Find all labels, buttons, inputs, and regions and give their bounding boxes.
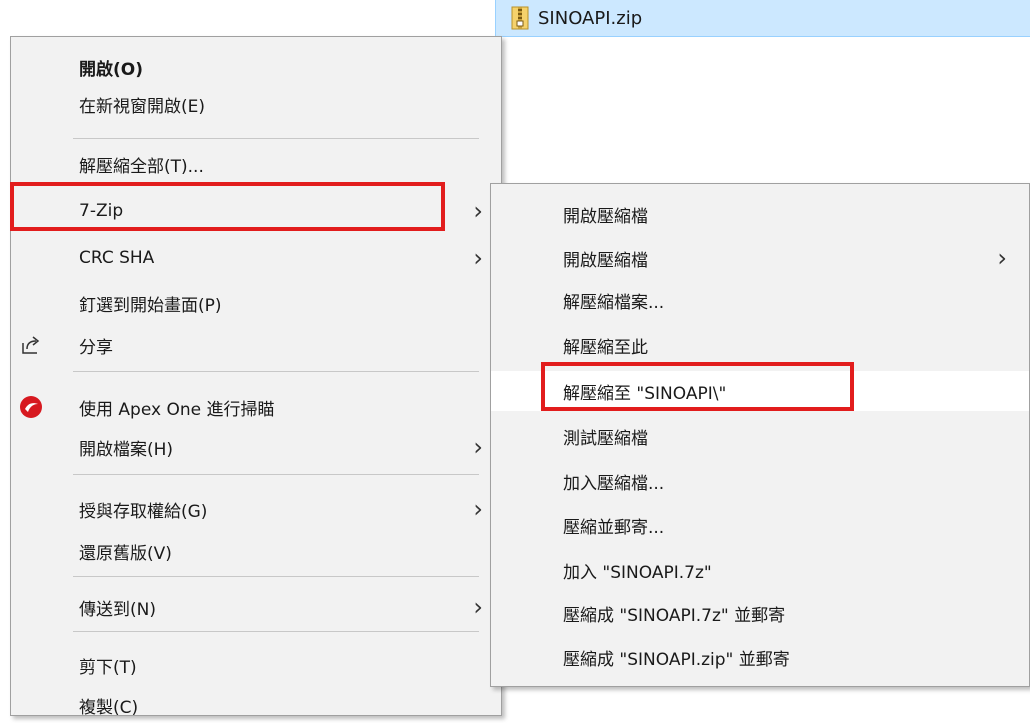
file-name: SINOAPI.zip <box>538 7 643 29</box>
chevron-right-icon: › <box>473 197 483 225</box>
menu-separator <box>73 371 479 372</box>
share-icon <box>19 333 43 357</box>
file-item-sinoapi-zip[interactable]: SINOAPI.zip <box>495 0 1030 37</box>
menu-item-open[interactable]: 開啟(O) <box>11 49 501 85</box>
submenu-item-label: 解壓縮檔案... <box>563 292 665 313</box>
submenu-item-add-to-7z[interactable]: 加入 "SINOAPI.7z" <box>491 552 1029 588</box>
menu-item-label: 剪下(T) <box>79 657 137 678</box>
menu-item-open-with[interactable]: 開啟檔案(H) › <box>11 429 501 465</box>
menu-item-label: 複製(C) <box>79 697 139 718</box>
menu-item-label: 開啟檔案(H) <box>79 439 174 460</box>
highlight-extract-to-folder <box>541 362 854 411</box>
submenu-item-label: 解壓縮至此 <box>563 337 648 358</box>
submenu-item-add-to-archive[interactable]: 加入壓縮檔... <box>491 463 1029 499</box>
menu-item-cut[interactable]: 剪下(T) <box>11 647 501 683</box>
apex-one-icon <box>19 395 43 419</box>
chevron-right-icon: › <box>473 495 483 523</box>
menu-item-label: 在新視窗開啟(E) <box>79 96 206 117</box>
chevron-right-icon: › <box>997 244 1007 272</box>
submenu-item-compress-and-email[interactable]: 壓縮並郵寄... <box>491 507 1029 543</box>
menu-item-copy[interactable]: 複製(C) <box>11 687 501 723</box>
menu-item-share[interactable]: 分享 <box>11 327 501 363</box>
menu-item-label: 解壓縮全部(T)... <box>79 156 204 177</box>
submenu-item-label: 測試壓縮檔 <box>563 428 648 449</box>
menu-item-label: 還原舊版(V) <box>79 543 172 564</box>
menu-item-crc-sha[interactable]: CRC SHA › <box>11 240 501 276</box>
submenu-item-label: 開啟壓縮檔 <box>563 206 648 227</box>
submenu-item-open-archive[interactable]: 開啟壓縮檔 <box>491 196 1029 232</box>
zip-archive-icon <box>510 6 530 30</box>
menu-item-label: 開啟(O) <box>79 59 143 80</box>
menu-item-label: 分享 <box>79 337 113 358</box>
submenu-item-compress-7z-and-email[interactable]: 壓縮成 "SINOAPI.7z" 並郵寄 <box>491 595 1029 631</box>
submenu-item-label: 壓縮並郵寄... <box>563 517 665 538</box>
menu-item-label: 授與存取權給(G) <box>79 501 208 522</box>
menu-item-apex-one-scan[interactable]: 使用 Apex One 進行掃瞄 <box>11 389 501 425</box>
menu-item-label: 釘選到開始畫面(P) <box>79 295 222 316</box>
chevron-right-icon: › <box>473 433 483 461</box>
submenu-item-label: 加入 "SINOAPI.7z" <box>563 562 712 583</box>
menu-item-label: 傳送到(N) <box>79 599 156 620</box>
menu-item-restore-previous[interactable]: 還原舊版(V) <box>11 533 501 569</box>
context-menu: 開啟(O) 在新視窗開啟(E) 解壓縮全部(T)... 7-Zip › CRC … <box>10 36 502 718</box>
submenu-item-extract-here[interactable]: 解壓縮至此 <box>491 327 1029 363</box>
menu-item-send-to[interactable]: 傳送到(N) › <box>11 589 501 625</box>
menu-item-label: CRC SHA <box>79 248 155 268</box>
submenu-item-compress-zip-and-email[interactable]: 壓縮成 "SINOAPI.zip" 並郵寄 <box>491 639 1029 675</box>
submenu-item-label: 開啟壓縮檔 <box>563 250 648 271</box>
menu-item-pin-to-start[interactable]: 釘選到開始畫面(P) <box>11 285 501 321</box>
menu-separator <box>73 576 479 577</box>
menu-item-label: 使用 Apex One 進行掃瞄 <box>79 399 275 420</box>
menu-item-open-new-window[interactable]: 在新視窗開啟(E) <box>11 86 501 122</box>
submenu-item-label: 壓縮成 "SINOAPI.7z" 並郵寄 <box>563 605 786 626</box>
submenu-item-test-archive[interactable]: 測試壓縮檔 <box>491 418 1029 454</box>
chevron-right-icon: › <box>473 244 483 272</box>
submenu-item-label: 加入壓縮檔... <box>563 473 665 494</box>
menu-separator <box>73 474 479 475</box>
submenu-item-open-archive-more[interactable]: 開啟壓縮檔 › <box>491 240 1029 276</box>
submenu-item-extract-files[interactable]: 解壓縮檔案... <box>491 282 1029 318</box>
menu-item-give-access[interactable]: 授與存取權給(G) › <box>11 491 501 527</box>
menu-item-extract-all[interactable]: 解壓縮全部(T)... <box>11 146 501 182</box>
chevron-right-icon: › <box>473 593 483 621</box>
menu-separator <box>73 631 479 632</box>
7zip-submenu: 開啟壓縮檔 開啟壓縮檔 › 解壓縮檔案... 解壓縮至此 解壓縮至 "SINOA… <box>490 183 1030 687</box>
highlight-7zip-menu-item <box>10 182 445 231</box>
submenu-item-label: 壓縮成 "SINOAPI.zip" 並郵寄 <box>563 649 790 670</box>
menu-separator <box>73 138 479 139</box>
